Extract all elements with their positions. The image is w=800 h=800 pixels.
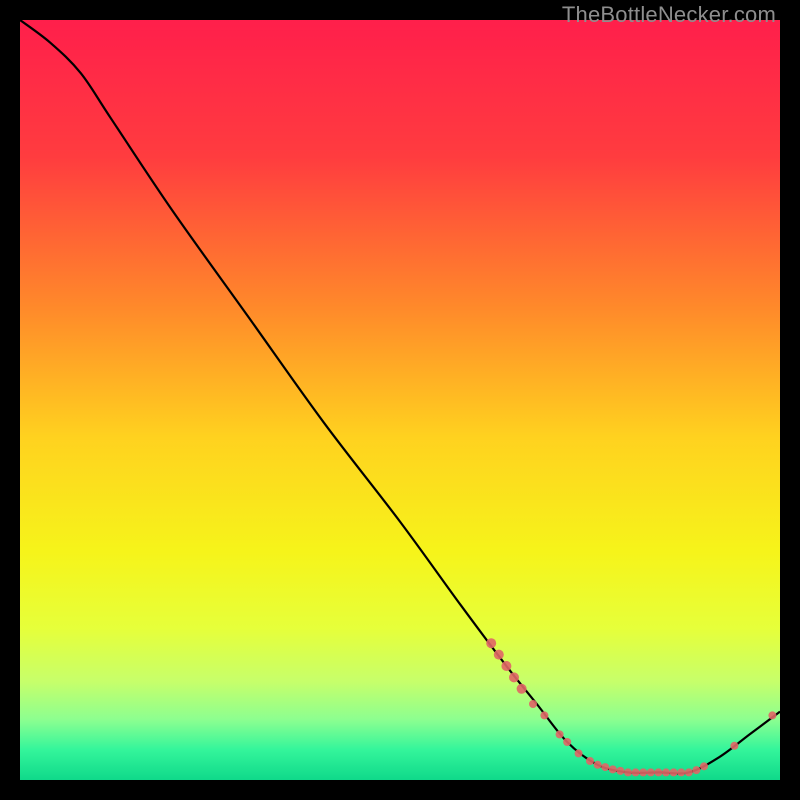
highlight-point <box>647 768 655 776</box>
highlight-point <box>494 650 504 660</box>
highlight-point <box>677 768 685 776</box>
highlight-point <box>654 768 662 776</box>
highlight-point <box>556 730 564 738</box>
highlight-point <box>509 672 519 682</box>
bottleneck-chart <box>20 20 780 780</box>
highlight-point <box>768 711 776 719</box>
highlight-point <box>730 742 738 750</box>
highlight-point <box>563 738 571 746</box>
highlight-point <box>601 763 609 771</box>
highlight-point <box>575 749 583 757</box>
chart-frame <box>20 20 780 780</box>
highlight-point <box>594 761 602 769</box>
highlight-point <box>670 768 678 776</box>
highlight-point <box>632 768 640 776</box>
highlight-point <box>700 762 708 770</box>
highlight-point <box>517 684 527 694</box>
highlight-point <box>609 765 617 773</box>
highlight-point <box>586 757 594 765</box>
highlight-point <box>692 766 700 774</box>
highlight-point <box>616 767 624 775</box>
highlight-point <box>540 711 548 719</box>
watermark-text: TheBottleNecker.com <box>562 2 776 28</box>
highlight-point <box>624 768 632 776</box>
highlight-point <box>486 638 496 648</box>
highlight-point <box>501 661 511 671</box>
highlight-point <box>685 768 693 776</box>
highlight-point <box>529 700 537 708</box>
heatmap-background <box>20 20 780 780</box>
highlight-point <box>639 768 647 776</box>
highlight-point <box>662 768 670 776</box>
